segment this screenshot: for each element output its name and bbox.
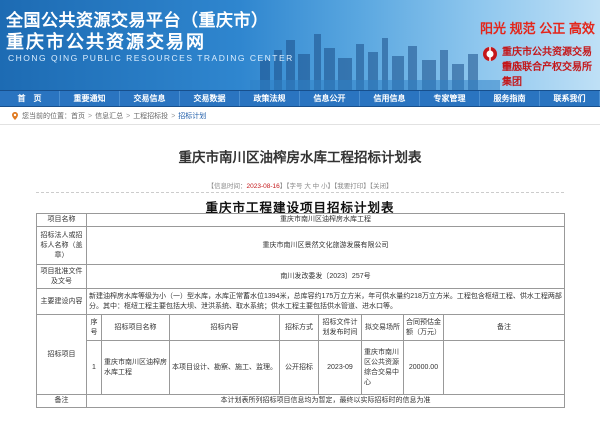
header-amount: 合同预估金额（万元） [403,314,444,341]
nav-item-5[interactable]: 政策法规 [240,91,300,106]
org-logo-icon [483,47,497,61]
article-date: 2023-08-16 [246,183,280,190]
tender-plan-table: 项目名称 重庆市南川区油榨房水库工程 招标法人或招标人名称（盖章） 重庆市南川区… [36,213,565,408]
nav-item-10[interactable]: 联系我们 [540,91,600,106]
header-name: 招标项目名称 [101,314,170,341]
site-title-english: CHONG QING PUBLIC RESOURCES TRADING CENT… [8,53,294,63]
tenderer-label: 招标法人或招标人名称（盖章） [36,226,87,265]
print-link[interactable]: 【我要打印】 [334,183,370,190]
header-venue: 拟交易场所 [361,314,404,341]
construction-content: 新建油榨房水库等级为小（一）型水库，水库正常蓄水位1394米，总库容约175万立… [86,288,565,315]
approval-doc: 南川发改委发〔2023〕257号 [86,264,565,289]
header-method: 招标方式 [279,314,319,341]
header-content: 招标内容 [169,314,280,341]
org-name-2: 重庆联合产权交易所集团 [502,62,592,88]
project-name-label: 项目名称 [36,213,87,227]
nav-item-6[interactable]: 信息公开 [300,91,360,106]
nav-item-8[interactable]: 专家管理 [420,91,480,106]
breadcrumb-current[interactable]: 招标计划 [178,108,206,125]
breadcrumb-home[interactable]: 首页 [71,108,85,125]
article-title: 重庆市南川区油榨房水库工程招标计划表 [178,150,422,166]
nav-item-9[interactable]: 服务指南 [480,91,540,106]
items-label: 招标项目 [36,314,87,395]
nav-item-1[interactable]: 首 页 [0,91,60,106]
remark-label: 备注 [36,394,87,408]
site-banner: 全国公共资源交易平台（重庆市） 重庆市公共资源交易网 CHONG QING PU… [0,0,600,90]
row-content: 本项目设计、勘察、施工、监理。 [169,340,280,395]
font-size-switch[interactable]: 】【字号 大 中 小】 [280,183,334,190]
nav-item-2[interactable]: 重要通知 [60,91,120,106]
header-time: 招标文件计划发布时间 [318,314,362,341]
breadcrumb-prefix: 您当前的位置： [22,112,71,120]
location-pin-icon [12,112,18,120]
row-time: 2023-09 [318,340,362,395]
row-method: 公开招标 [279,340,319,395]
nav-item-4[interactable]: 交易数据 [180,91,240,106]
row-name: 重庆市南川区油榨房水库工程 [101,340,170,395]
row-remark [443,340,565,395]
remark-text: 本计划表所列招标项目信息均为暂定，最终以实际招标时的信息为准 [86,394,565,408]
article-meta: 【信息时间：2023-08-16】【字号 大 中 小】【我要打印】【关闭】 [207,183,393,190]
row-amount: 20000.00 [403,340,444,395]
header-no: 序号 [86,314,102,341]
project-name: 重庆市南川区油榨房水库工程 [86,213,565,227]
breadcrumb-engineering[interactable]: 工程招标投 [133,108,168,125]
row-venue: 重庆市南川区公共资源综合交易中心 [361,340,404,395]
main-nav: 首 页重要通知 交易信息 交易数据 政策法规 信息公开 信用信息 专家管理 服务指南 联系我们 [0,90,600,107]
divider [36,192,564,193]
site-title: 重庆市公共资源交易网 [6,32,206,53]
content-label: 主要建设内容 [36,288,87,315]
close-link[interactable]: 【关闭】 [370,183,393,190]
approval-label: 项目批准文件及文号 [36,264,87,289]
breadcrumb: 您当前的位置： 首页 > 信息汇总 > 工程招标投 > 招标计划 [0,108,600,125]
nav-item-3[interactable]: 交易信息 [120,91,180,106]
nav-item-7[interactable]: 信用信息 [360,91,420,106]
table-row: 1 重庆市南川区油榨房水库工程 本项目设计、勘察、施工、监理。 公开招标 202… [37,340,565,395]
row-no: 1 [86,340,102,395]
slogan: 阳光 规范 公正 高效 [480,21,595,36]
breadcrumb-summary[interactable]: 信息汇总 [95,108,123,125]
header-remark: 备注 [443,314,565,341]
tenderer: 重庆市南川区景然文化旅游发展有限公司 [86,226,565,265]
